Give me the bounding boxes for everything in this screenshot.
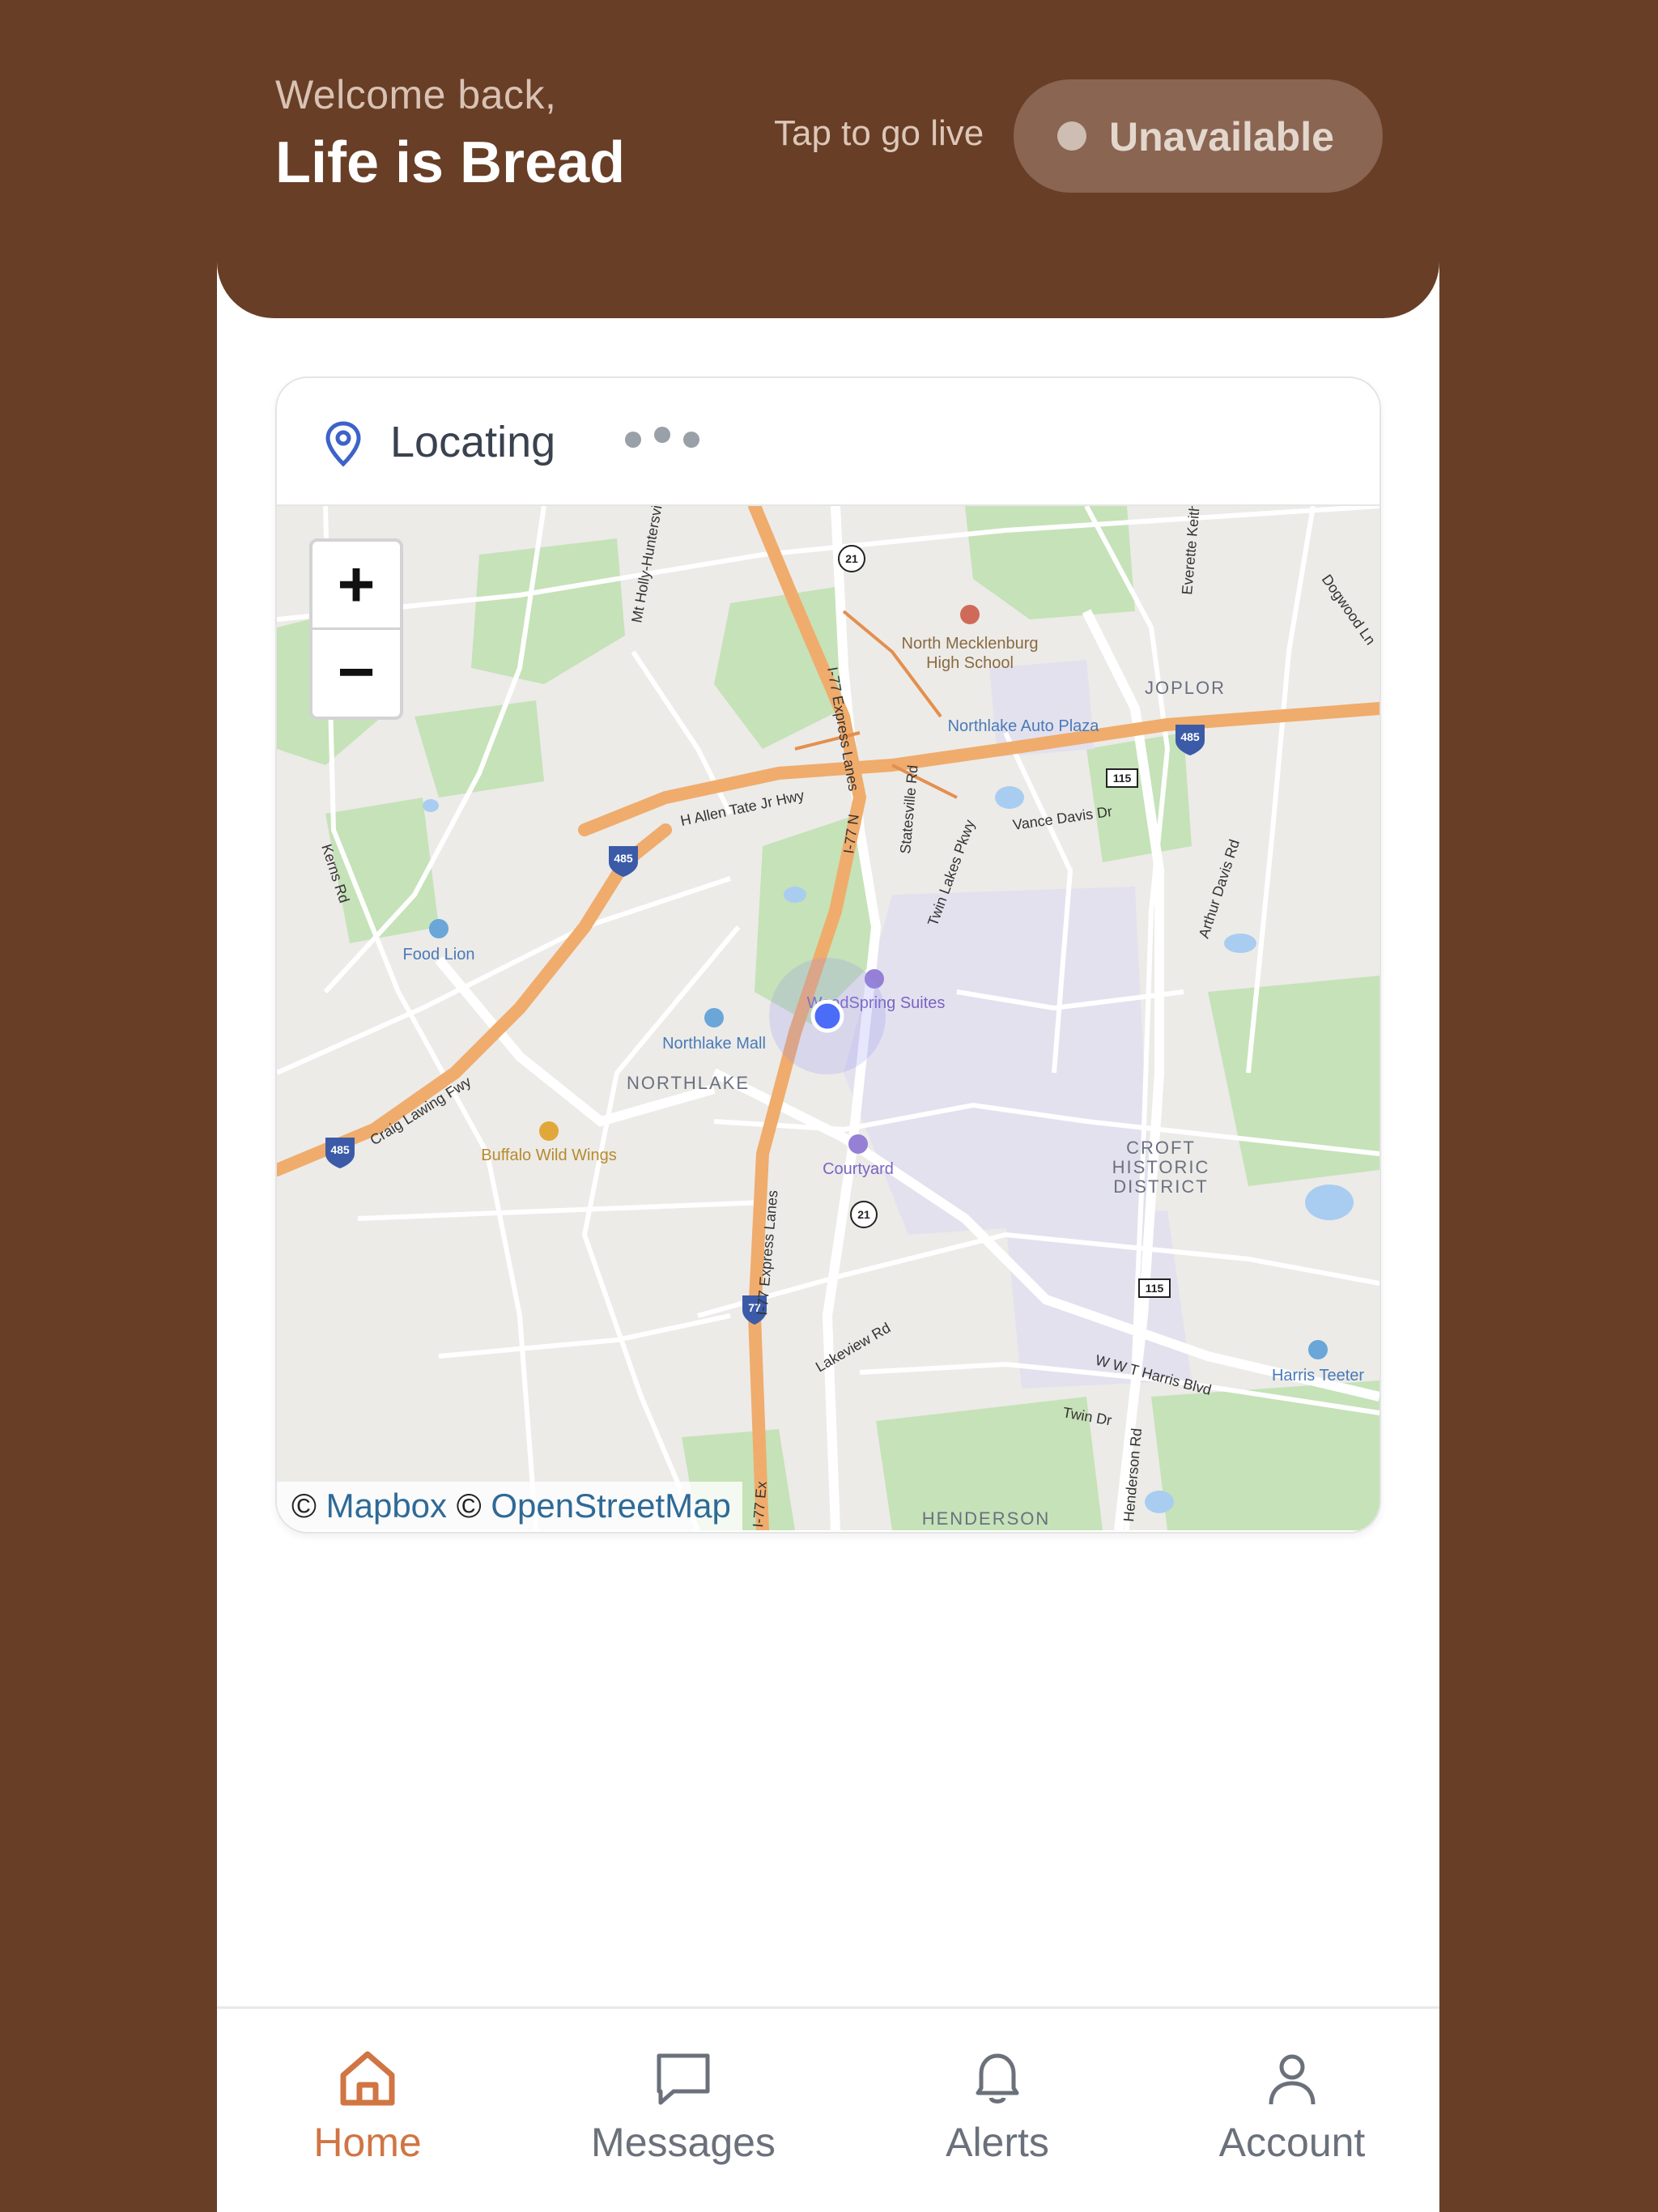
tab-home[interactable]: Home — [246, 2009, 489, 2212]
poi-harris-teeter: Harris Teeter — [1272, 1367, 1364, 1385]
home-icon — [340, 2051, 395, 2106]
location-card: Locating 485 485 485 77 115 115 21 21 H … — [275, 376, 1381, 1534]
welcome-text: Welcome back, — [275, 72, 557, 117]
bell-icon — [976, 2053, 1019, 2104]
restaurant-icon — [539, 1121, 559, 1141]
grocery-icon-2 — [1308, 1340, 1328, 1359]
poi-buffalo-wild-wings: Buffalo Wild Wings — [481, 1146, 616, 1164]
poi-auto-plaza: Northlake Auto Plaza — [948, 717, 1100, 735]
location-pin-icon — [325, 421, 361, 467]
area-joplor: JOPLOR — [1145, 678, 1226, 698]
locating-status: Locating — [390, 418, 556, 466]
location-card-header: Locating — [277, 378, 1380, 506]
tab-account[interactable]: Account — [1171, 2009, 1414, 2212]
message-icon — [657, 2053, 710, 2105]
tab-alerts-label: Alerts — [946, 2120, 1049, 2165]
school-icon — [960, 605, 980, 624]
map-label-dogwood: Dogwood Ln — [1319, 572, 1379, 648]
header: Welcome back, Life is Bread Tap to go li… — [217, 0, 1439, 318]
poi-north-meck: North Mecklenburg — [902, 635, 1039, 653]
tab-account-label: Account — [1218, 2120, 1366, 2165]
shield-115-label-2: 115 — [1146, 1282, 1164, 1295]
shield-115-label: 115 — [1113, 772, 1132, 785]
status-dot-icon — [1057, 121, 1086, 151]
map-label-craig-lawing: Craig Lawing Fwy — [368, 1074, 474, 1149]
map-label-arthur-davis: Arthur Davis Rd — [1196, 837, 1243, 940]
tab-messages-label: Messages — [591, 2120, 776, 2165]
tab-alerts[interactable]: Alerts — [876, 2009, 1119, 2212]
map-canvas: 485 485 485 77 115 115 21 21 H Allen Tat… — [277, 467, 1380, 1532]
tab-home-label: Home — [313, 2120, 422, 2165]
mall-icon — [704, 1008, 724, 1027]
area-historic: HISTORIC — [1112, 1157, 1210, 1177]
bottom-tab-bar: Home Messages Alerts Account — [217, 2006, 1439, 2212]
map-view[interactable]: 485 485 485 77 115 115 21 21 H Allen Tat… — [277, 467, 1380, 1532]
openstreetmap-link[interactable]: OpenStreetMap — [491, 1487, 731, 1525]
shield-21-label-2: 21 — [857, 1208, 870, 1221]
hotel-icon-2 — [848, 1134, 868, 1154]
shield-485-label-2: 485 — [1180, 730, 1200, 743]
area-croft: CROFT — [1126, 1138, 1196, 1158]
area-henderson: HENDERSON — [922, 1508, 1051, 1529]
loading-dots-icon — [625, 427, 712, 452]
zoom-control: + − — [309, 538, 403, 720]
tab-messages[interactable]: Messages — [562, 2009, 805, 2212]
area-district: DISTRICT — [1113, 1176, 1208, 1197]
availability-toggle-button[interactable]: Unavailable — [1014, 79, 1383, 193]
area-northlake: NORTHLAKE — [627, 1073, 750, 1093]
go-live-hint: Tap to go live — [774, 113, 984, 153]
shield-21-label: 21 — [845, 552, 858, 565]
copyright-symbol: © — [291, 1487, 317, 1525]
mapbox-link[interactable]: Mapbox — [326, 1487, 447, 1525]
zoom-in-button[interactable]: + — [312, 542, 400, 630]
shield-485-label: 485 — [614, 852, 633, 865]
map-label-statesville: Statesville Rd — [897, 764, 921, 854]
current-location-dot-icon — [810, 999, 844, 1033]
user-icon — [1269, 2054, 1316, 2105]
availability-status-label: Unavailable — [1109, 114, 1334, 160]
store-name: Life is Bread — [275, 130, 626, 195]
poi-north-meck-2: High School — [926, 654, 1014, 672]
shield-485-label-3: 485 — [330, 1143, 350, 1156]
poi-northlake-mall: Northlake Mall — [662, 1035, 766, 1053]
zoom-out-button[interactable]: − — [312, 629, 400, 715]
map-label-mt-holly: Mt Holly-Huntersville Rd — [628, 506, 671, 624]
app-screen: Welcome back, Life is Bread Tap to go li… — [217, 0, 1439, 2212]
copyright-symbol-2: © — [456, 1487, 482, 1525]
poi-courtyard: Courtyard — [823, 1160, 894, 1178]
poi-food-lion: Food Lion — [403, 946, 475, 963]
grocery-icon — [429, 919, 449, 938]
map-attribution: © Mapbox © OpenStreetMap — [277, 1482, 742, 1530]
